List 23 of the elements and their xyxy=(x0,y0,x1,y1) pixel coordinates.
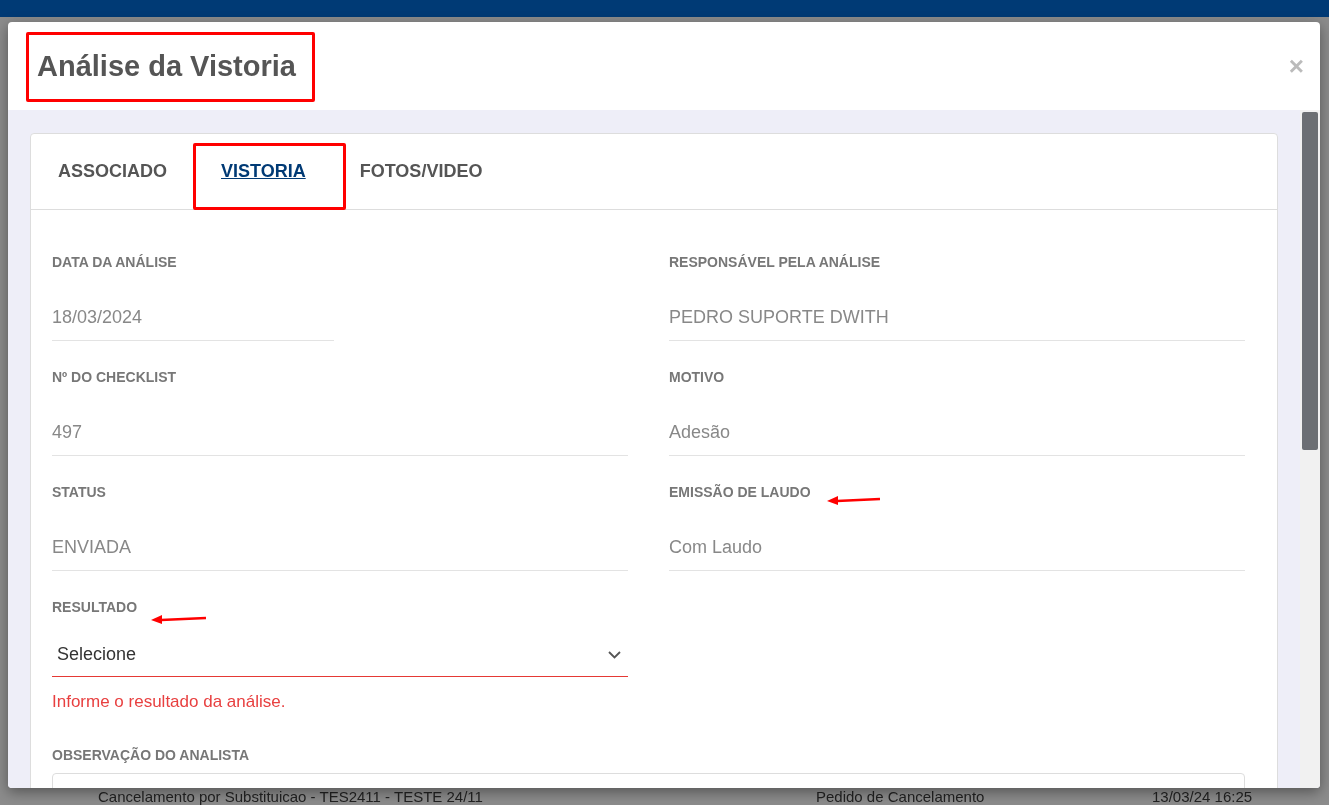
field-value: 18/03/2024 xyxy=(52,306,144,329)
field-label: RESPONSÁVEL PELA ANÁLISE xyxy=(669,253,881,272)
tab[interactable]: VISTORIA xyxy=(194,158,333,185)
error-message: Informe o resultado da análise. xyxy=(52,691,286,713)
field-label: Nº DO CHECKLIST xyxy=(52,368,177,387)
field-label: DATA DA ANÁLISE xyxy=(52,253,177,272)
table-cell-text: Pedido de Cancelamento xyxy=(816,789,986,805)
field-value: Adesão xyxy=(669,421,732,444)
modal-title: Análise da Vistoria xyxy=(37,48,296,84)
field-value: PEDRO SUPORTE DWITH xyxy=(669,306,890,329)
field-value: Com Laudo xyxy=(669,536,764,559)
table-cell: 13/03/24 16:25 xyxy=(1152,789,1253,805)
tab[interactable]: ASSOCIADO xyxy=(31,158,194,185)
field-label: MOTIVO xyxy=(669,368,725,387)
tab[interactable]: FOTOS/VIDEO xyxy=(332,158,510,185)
field-label: RESULTADO xyxy=(52,598,138,617)
table-cell-text: Cancelamento por Substituicao - TES2411 - TESTE 24/11 xyxy=(98,789,484,805)
field-label: STATUS xyxy=(52,483,106,502)
field-value: 497 xyxy=(52,421,84,444)
field-value: ENVIADA xyxy=(52,536,133,559)
select-field[interactable]: Selecione xyxy=(52,633,628,677)
field-label: OBSERVAÇÃO DO ANALISTA xyxy=(52,746,250,765)
field-label: EMISSÃO DE LAUDO xyxy=(669,483,811,502)
